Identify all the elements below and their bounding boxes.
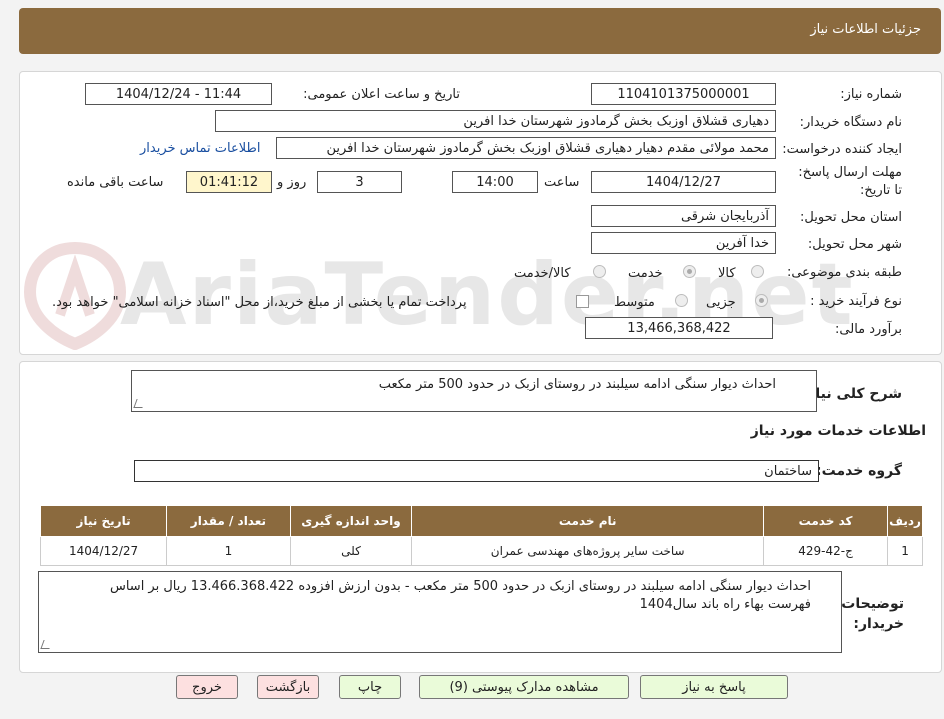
buyer-notes-textarea: احداث دیوار سنگی ادامه سیلبند در روستای … <box>38 571 842 653</box>
days-label: روز و <box>277 175 307 190</box>
city-label: شهر محل تحویل: <box>807 237 902 252</box>
need-number-field: 1104101375000001 <box>591 83 776 105</box>
deadline-time-label: ساعت <box>544 175 580 190</box>
description-textarea: احداث دیوار سنگی ادامه سیلبند در روستای … <box>131 370 817 412</box>
deadline-time-field: 14:00 <box>452 171 538 193</box>
col-quantity: تعداد / مقدار <box>166 505 291 537</box>
need-number-label: شماره نیاز: <box>840 87 902 102</box>
process-radio-minor[interactable] <box>755 294 768 307</box>
services-table: ردیف کد خدمت نام خدمت واحد اندازه گیری ت… <box>39 505 923 566</box>
exit-button[interactable]: خروج <box>176 675 238 699</box>
announce-date-label: تاریخ و ساعت اعلان عمومی: <box>303 87 460 102</box>
category-option-goods-service: کالا/خدمت <box>514 266 571 281</box>
remaining-time-field: 01:41:12 <box>186 171 272 193</box>
process-option-minor: جزیی <box>706 295 736 310</box>
page-header: جزئیات اطلاعات نیاز <box>19 8 941 54</box>
budget-field: 13,466,368,422 <box>585 317 773 339</box>
col-service-code: کد خدمت <box>763 505 889 537</box>
buyer-notes-text: احداث دیوار سنگی ادامه سیلبند در روستای … <box>109 579 811 612</box>
back-button[interactable]: بازگشت <box>257 675 319 699</box>
cell-service-code: ج-42-429 <box>763 536 889 566</box>
category-option-service: خدمت <box>628 266 663 281</box>
cell-need-date: 1404/12/27 <box>39 536 168 566</box>
category-option-goods: کالا <box>718 266 736 281</box>
service-group-field: ساختمان <box>134 460 819 482</box>
process-option-medium: متوسط <box>614 295 655 310</box>
resize-handle-icon[interactable] <box>133 399 146 408</box>
buyer-contact-link[interactable]: اطلاعات تماس خریدار <box>140 141 260 156</box>
description-text: احداث دیوار سنگی ادامه سیلبند در روستای … <box>378 377 776 392</box>
category-label: طبقه بندی موضوعی: <box>786 265 902 280</box>
category-radio-goods-service[interactable] <box>593 265 606 278</box>
city-field: خدا آفرین <box>591 232 776 254</box>
col-row-number: ردیف <box>887 505 923 537</box>
creator-label: ایجاد کننده درخواست: <box>782 142 902 157</box>
services-table-header: ردیف کد خدمت نام خدمت واحد اندازه گیری ت… <box>39 505 923 537</box>
service-group-label: گروه خدمت: <box>816 463 902 479</box>
remaining-time-label: ساعت باقی مانده <box>67 175 164 190</box>
category-radio-service[interactable] <box>683 265 696 278</box>
province-label: استان محل تحویل: <box>800 210 902 225</box>
process-label: نوع فرآیند خرید : <box>810 294 902 309</box>
services-section-title: اطلاعات خدمات مورد نیاز <box>750 423 926 439</box>
deadline-date-field: 1404/12/27 <box>591 171 776 193</box>
cell-service-name: ساخت سایر پروژه‌های مهندسی عمران <box>411 536 765 566</box>
process-radio-medium[interactable] <box>675 294 688 307</box>
category-radio-goods[interactable] <box>751 265 764 278</box>
cell-unit: کلی <box>289 536 413 566</box>
view-attachments-button[interactable]: مشاهده مدارک پیوستی (9) <box>419 675 629 699</box>
buyer-org-label: نام دستگاه خریدار: <box>799 115 902 130</box>
buyer-notes-label: توضیحات خریدار: <box>841 596 904 632</box>
deadline-label: مهلت ارسال پاسخ: تا تاریخ: <box>798 165 902 198</box>
page-title: جزئیات اطلاعات نیاز <box>810 22 921 37</box>
days-remaining-field: 3 <box>317 171 402 193</box>
cell-quantity: 1 <box>166 536 291 566</box>
treasury-payment-checkbox[interactable] <box>576 295 589 308</box>
buyer-org-field: دهیاری قشلاق اوزبک بخش گرمادوز شهرستان خ… <box>215 110 776 132</box>
col-need-date: تاریخ نیاز <box>39 505 168 537</box>
treasury-payment-note: پرداخت تمام یا بخشی از مبلغ خرید،از محل … <box>52 295 467 310</box>
col-unit: واحد اندازه گیری <box>289 505 413 537</box>
reply-to-need-button[interactable]: پاسخ به نیاز <box>640 675 788 699</box>
col-service-name: نام خدمت <box>411 505 765 537</box>
cell-row-number: 1 <box>887 536 923 566</box>
province-field: آذربایجان شرقی <box>591 205 776 227</box>
table-row: 1 ج-42-429 ساخت سایر پروژه‌های مهندسی عم… <box>39 536 923 566</box>
budget-label: برآورد مالی: <box>835 322 902 337</box>
print-button[interactable]: چاپ <box>339 675 401 699</box>
creator-field: محمد مولائی مقدم دهیار دهیاری قشلاق اوزب… <box>276 137 776 159</box>
resize-handle-icon[interactable] <box>40 640 53 649</box>
announce-date-field: 1404/12/24 - 11:44 <box>85 83 272 105</box>
